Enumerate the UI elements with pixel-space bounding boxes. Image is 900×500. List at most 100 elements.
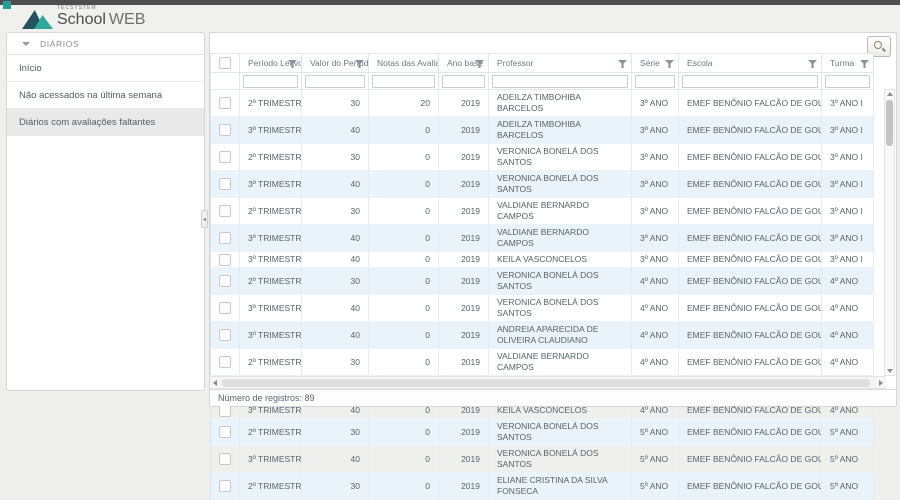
filter-input-col-3[interactable] (372, 75, 435, 88)
cell: 2019 (439, 144, 489, 171)
cell: 40 (302, 295, 369, 322)
row-checkbox[interactable] (219, 151, 231, 163)
row-checkbox[interactable] (219, 405, 231, 417)
table-row[interactable]: 3º TRIMESTRE4002019KEILA VASCONCELOS3º A… (211, 252, 874, 268)
table-row[interactable]: 2º TRIMESTRE30202019ADEILZA TIMBOHIBA BA… (211, 90, 874, 117)
cell: 40 (302, 252, 369, 268)
row-checkbox[interactable] (219, 97, 231, 109)
cell: VERONICA BONELÁ DOS SANTOS (489, 446, 632, 473)
cell: 3º TRIMESTRE (240, 252, 302, 268)
cell: 5º ANO (822, 473, 874, 500)
column-header[interactable]: Período Letivo (240, 54, 302, 73)
column-header[interactable]: Professor (489, 54, 632, 73)
filter-funnel-icon[interactable] (665, 60, 674, 68)
filter-input-col-1[interactable] (243, 75, 298, 88)
row-checkbox[interactable] (219, 254, 231, 266)
row-checkbox[interactable] (219, 232, 231, 244)
diarios-table-area: Período LetivoValor do PeríodoNotas das … (210, 53, 874, 500)
cell: 2º TRIMESTRE (240, 198, 302, 225)
column-header[interactable]: Valor do Período (302, 54, 369, 73)
table-row[interactable]: 3º TRIMESTRE4002019VERONICA BONELÁ DOS S… (211, 446, 874, 473)
table-row[interactable]: 3º TRIMESTRE4002019VERONICA BONELÁ DOS S… (211, 295, 874, 322)
cell: 3º ANO (632, 252, 679, 268)
cell: 2019 (439, 198, 489, 225)
scroll-left-icon[interactable] (213, 380, 217, 386)
column-header-label: Professor (497, 58, 533, 68)
sidebar-section-diarios[interactable]: DIÁRIOS (7, 33, 204, 55)
column-header[interactable]: Ano base (439, 54, 489, 73)
scroll-up-icon[interactable] (887, 92, 893, 96)
filter-cell (369, 73, 439, 90)
cell: 2019 (439, 268, 489, 295)
table-row[interactable]: 2º TRIMESTRE3002019ELIANE CRISTINA DA SI… (211, 473, 874, 500)
filter-input-col-5[interactable] (492, 75, 628, 88)
cell: 3º ANO I (822, 144, 874, 171)
cell: 30 (302, 90, 369, 117)
row-checkbox[interactable] (219, 178, 231, 190)
table-header-row: Período LetivoValor do PeríodoNotas das … (211, 54, 874, 73)
cell: 0 (369, 225, 439, 252)
filter-funnel-icon[interactable] (618, 60, 627, 68)
row-checkbox[interactable] (219, 426, 231, 438)
filter-input-col-2[interactable] (305, 75, 365, 88)
column-header[interactable]: Escola (679, 54, 822, 73)
filter-funnel-icon[interactable] (860, 60, 869, 68)
cell: VERONICA BONELÁ DOS SANTOS (489, 171, 632, 198)
filter-input-col-4[interactable] (442, 75, 485, 88)
cell: 30 (302, 349, 369, 376)
column-header[interactable]: Notas das Avaliações (369, 54, 439, 73)
select-all-checkbox[interactable] (219, 57, 231, 69)
cell: 4º ANO (632, 295, 679, 322)
cell: 3º ANO I (822, 225, 874, 252)
cell: EMEF BENÔNIO FALCÃO DE GOUVÊA (679, 117, 822, 144)
table-row[interactable]: 2º TRIMESTRE3002019VALDIANE BERNARDO CAM… (211, 349, 874, 376)
row-checkbox[interactable] (219, 453, 231, 465)
table-row[interactable]: 3º TRIMESTRE4002019ANDREIA APARECIDA DE … (211, 322, 874, 349)
sidebar-collapse-handle[interactable]: ◂ (201, 210, 208, 228)
table-row[interactable]: 2º TRIMESTRE3002019VERONICA BONELÁ DOS S… (211, 268, 874, 295)
sidebar-item-3[interactable]: Diários com avaliações faltantes (7, 109, 204, 136)
filter-input-col-6[interactable] (635, 75, 675, 88)
table-row[interactable]: 3º TRIMESTRE4002019VALDIANE BERNARDO CAM… (211, 225, 874, 252)
cell: 5º ANO (632, 446, 679, 473)
sidebar-item-2[interactable]: Não acessados na última semana (7, 82, 204, 109)
filter-funnel-icon[interactable] (808, 60, 817, 68)
cell: 2019 (439, 349, 489, 376)
vertical-scroll-thumb[interactable] (886, 100, 893, 146)
search-icon (874, 41, 882, 49)
cell: 3º ANO I (822, 198, 874, 225)
row-checkbox-cell (211, 117, 240, 144)
row-checkbox[interactable] (219, 124, 231, 136)
row-checkbox[interactable] (219, 302, 231, 314)
table-row[interactable]: 3º TRIMESTRE4002019ADEILZA TIMBOHIBA BAR… (211, 117, 874, 144)
vertical-scrollbar[interactable] (884, 89, 895, 376)
column-header[interactable]: Série (632, 54, 679, 73)
scroll-down-icon[interactable] (887, 369, 893, 373)
row-checkbox[interactable] (219, 275, 231, 287)
row-checkbox[interactable] (219, 356, 231, 368)
cell: 4º ANO (822, 295, 874, 322)
column-header[interactable]: Turma (822, 54, 874, 73)
brand-accent-square (3, 1, 11, 9)
cell: 2019 (439, 90, 489, 117)
cell: 5º ANO (632, 419, 679, 446)
sidebar-item-1[interactable]: Início (7, 55, 204, 82)
row-checkbox[interactable] (219, 205, 231, 217)
filter-cell (489, 73, 632, 90)
table-row[interactable]: 2º TRIMESTRE3002019VERONICA BONELÁ DOS S… (211, 144, 874, 171)
horizontal-scroll-thumb[interactable] (222, 379, 870, 387)
horizontal-scrollbar[interactable] (210, 376, 886, 389)
row-checkbox-cell (211, 419, 240, 446)
table-row[interactable]: 2º TRIMESTRE3002019VALDIANE BERNARDO CAM… (211, 198, 874, 225)
row-checkbox-cell (211, 198, 240, 225)
scroll-right-icon[interactable] (879, 380, 883, 386)
filter-input-col-8[interactable] (825, 75, 870, 88)
cell: 3º ANO (632, 90, 679, 117)
table-row[interactable]: 2º TRIMESTRE3002019VERONICA BONELÁ DOS S… (211, 419, 874, 446)
row-checkbox[interactable] (219, 480, 231, 492)
table-row[interactable]: 3º TRIMESTRE4002019VERONICA BONELÁ DOS S… (211, 171, 874, 198)
row-checkbox[interactable] (219, 329, 231, 341)
filter-input-col-7[interactable] (682, 75, 818, 88)
cell: 2º TRIMESTRE (240, 473, 302, 500)
row-checkbox-cell (211, 171, 240, 198)
